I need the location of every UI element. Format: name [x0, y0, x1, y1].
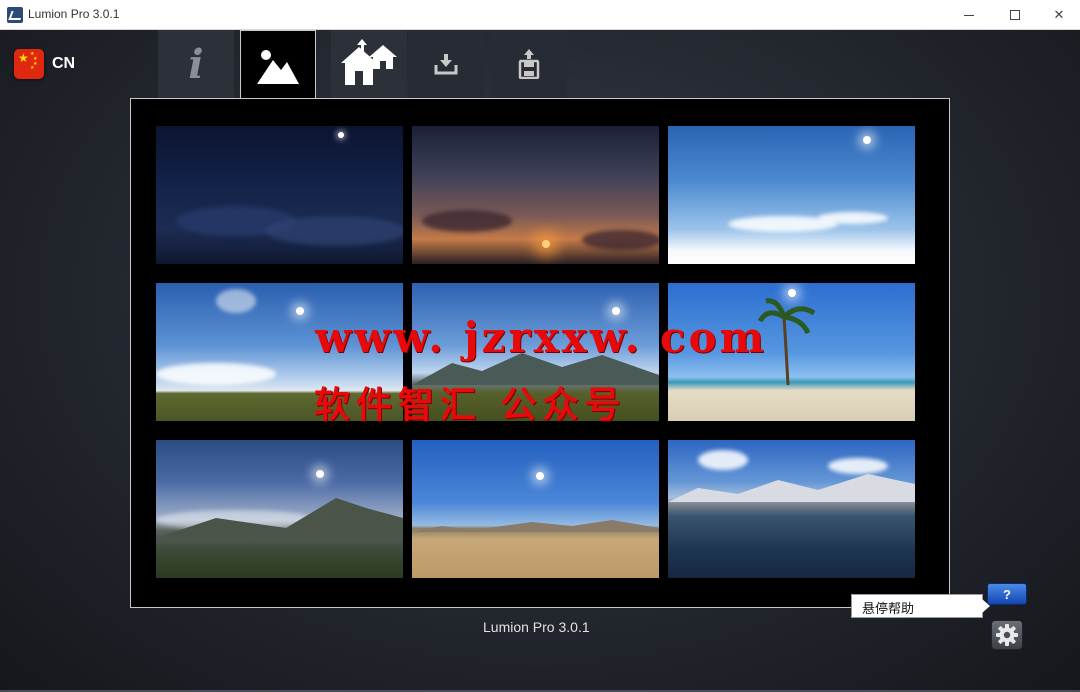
- help-button[interactable]: ?: [987, 583, 1027, 605]
- tab-landscape[interactable]: [240, 30, 316, 100]
- title-bar: Lumion Pro 3.0.1 ✕: [0, 0, 1080, 30]
- scene-thumbnail-desert[interactable]: [412, 440, 659, 578]
- scene-thumbnail-night[interactable]: [156, 126, 403, 264]
- tab-project[interactable]: [331, 30, 407, 98]
- window-title: Lumion Pro 3.0.1: [28, 7, 120, 21]
- maximize-icon: [1010, 10, 1020, 20]
- minimize-button[interactable]: [946, 0, 992, 30]
- lumion-logo-icon: [7, 7, 23, 23]
- gear-icon: [996, 624, 1018, 646]
- import-icon: [434, 54, 458, 75]
- scene-thumbnail-snow-lake[interactable]: [668, 440, 915, 578]
- tab-import[interactable]: [408, 30, 484, 98]
- close-button[interactable]: ✕: [1036, 0, 1080, 30]
- scene-thumbnail-sunset[interactable]: [412, 126, 659, 264]
- save-disk-icon: [518, 49, 540, 79]
- watermark-url: www. jzrxxw. com: [315, 313, 767, 362]
- tab-info[interactable]: i: [158, 30, 234, 98]
- china-flag-icon: ★ ★ ★ ★ ★: [14, 49, 44, 79]
- language-code: CN: [52, 55, 76, 72]
- help-tooltip: 悬停帮助: [851, 594, 990, 618]
- watermark-caption: 软件智汇 公众号: [314, 385, 627, 426]
- settings-button[interactable]: [991, 620, 1023, 650]
- main-area: ★ ★ ★ ★ ★ CN i www. jzrxxw. com 软件智汇 公众号…: [0, 30, 1080, 692]
- houses-icon: [341, 39, 397, 85]
- minimize-icon: [964, 14, 974, 16]
- scene-thumbnail-lake-valley[interactable]: [156, 440, 403, 578]
- mountain-landscape-icon: [257, 49, 299, 84]
- close-icon: ✕: [1053, 7, 1065, 23]
- maximize-button[interactable]: [992, 0, 1038, 30]
- version-label: Lumion Pro 3.0.1: [483, 619, 590, 635]
- language-selector[interactable]: ★ ★ ★ ★ ★ CN: [14, 49, 75, 79]
- tab-save[interactable]: [491, 30, 567, 98]
- info-icon: i: [188, 40, 204, 88]
- scene-thumbnail-white-plane[interactable]: [668, 126, 915, 264]
